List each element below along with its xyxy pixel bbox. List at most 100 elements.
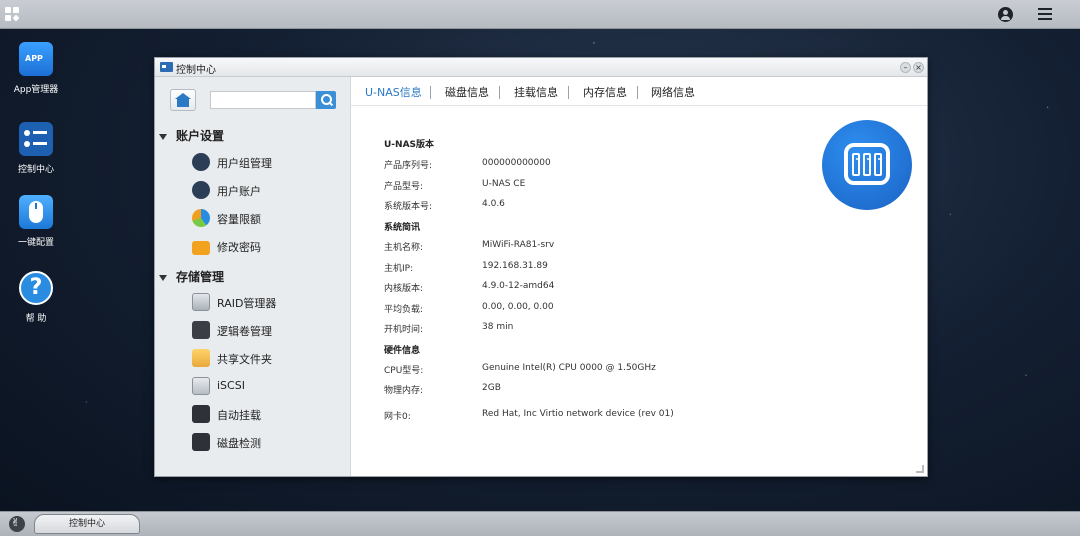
sidebar: 账户设置 用户组管理 用户账户 容量限额 修改密码 存储管理 RAID管理器 逻… [155,77,351,476]
tab-separator [499,86,500,99]
serial-value: 000000000000 [482,158,551,168]
search-icon[interactable] [316,91,336,109]
sidebar-item-user-group[interactable]: 用户组管理 [192,151,342,173]
desktop-icon-one-click-config[interactable]: 一键配置 [0,195,72,248]
host-ip-label: 主机IP: [384,264,414,274]
tab-separator [637,86,638,99]
user-group-icon [192,153,210,171]
auto-mount-icon [192,405,210,423]
tab-mount-info[interactable]: 挂载信息 [514,84,558,100]
raid-icon [192,293,210,311]
grid-icon[interactable] [5,7,20,22]
mouse-icon [19,195,53,229]
load-label: 平均负载: [384,305,424,315]
tab-separator [568,86,569,99]
resize-grip-icon[interactable] [916,465,924,473]
minimize-button[interactable]: – [900,62,911,73]
lock-icon [192,241,210,255]
sidebar-item-label: 容量限额 [217,213,261,226]
model-value: U-NAS CE [482,179,526,189]
group-account-settings[interactable]: 账户设置 [159,127,224,144]
section-system-heading: 系统简讯 [384,223,421,233]
close-button[interactable]: × [913,62,924,73]
sidebar-item-label: 修改密码 [217,241,261,254]
app-badge-text: APP [25,54,43,63]
tab-separator [430,86,431,99]
sidebar-item-label: 用户账户 [217,185,261,198]
caret-down-icon [159,133,167,140]
sidebar-item-change-password[interactable]: 修改密码 [192,235,342,257]
control-center-icon [160,62,173,72]
disk-check-icon [192,433,210,451]
volume-icon [192,321,210,339]
group-label: 账户设置 [176,129,225,143]
desktop-icon-label: 帮 助 [25,314,47,324]
top-bar [0,0,1080,29]
desktop-icon-label: 一键配置 [17,238,54,248]
sidebar-item-label: iSCSI [217,379,245,392]
home-button[interactable] [170,89,196,111]
control-center-icon [19,122,53,156]
desktop-icon-app-manager[interactable]: APP App管理器 [0,42,72,95]
help-glyph: ? [29,275,43,300]
cpu-value: Genuine Intel(R) CPU 0000 @ 1.50GHz [482,363,656,373]
kernel-value: 4.9.0-12-amd64 [482,281,555,291]
desktop-icon-control-center[interactable]: 控制中心 [0,122,72,175]
help-icon: ? [19,271,53,305]
sidebar-item-label: 磁盘检测 [217,437,261,450]
sidebar-item-volume[interactable]: 逻辑卷管理 [192,319,342,341]
tab-disk-info[interactable]: 磁盘信息 [445,84,489,100]
taskbar: 控制中心 [0,511,1080,536]
window-title: 控制中心 [176,65,216,76]
home-icon [175,93,191,107]
u-nas-logo-icon [822,120,912,210]
tab-bar: U-NAS信息 磁盘信息 挂载信息 内存信息 网络信息 [351,77,927,106]
sidebar-item-label: 逻辑卷管理 [217,325,272,338]
hostname-label: 主机名称: [384,243,424,253]
taskbar-item-control-center[interactable]: 控制中心 [34,514,140,534]
nic-label: 网卡0: [384,412,411,422]
iscsi-icon [192,377,210,395]
control-center-window: 控制中心 – × 账户设置 用户组管理 用户账户 容量限额 修改密码 存储管理 … [154,57,928,477]
shared-folder-icon [192,349,210,367]
uptime-label: 开机时间: [384,325,424,335]
window-titlebar[interactable]: 控制中心 – × [155,58,927,77]
sidebar-item-iscsi[interactable]: iSCSI [192,375,342,397]
caret-down-icon [159,274,167,281]
cpu-label: CPU型号: [384,366,424,376]
sidebar-item-shared-folder[interactable]: 共享文件夹 [192,347,342,369]
content-panel: U-NAS信息 磁盘信息 挂载信息 内存信息 网络信息 U-NAS版本 产品序列… [351,77,927,476]
sidebar-item-disk-check[interactable]: 磁盘检测 [192,431,342,453]
tab-network-info[interactable]: 网络信息 [651,84,695,100]
uptime-value: 38 min [482,322,514,332]
desktop-icon-label: 控制中心 [17,165,54,175]
tab-u-nas-info[interactable]: U-NAS信息 [365,84,422,100]
list-icon[interactable] [1038,8,1052,20]
sidebar-item-label: RAID管理器 [217,297,277,310]
sidebar-item-user-account[interactable]: 用户账户 [192,179,342,201]
group-label: 存储管理 [176,270,225,284]
desktop-icon-help[interactable]: ? 帮 助 [0,271,72,324]
system-version-value: 4.0.6 [482,199,505,209]
sidebar-item-raid[interactable]: RAID管理器 [192,291,342,313]
system-version-label: 系统版本号: [384,202,433,212]
tab-memory-info[interactable]: 内存信息 [583,84,627,100]
memory-label: 物理内存: [384,386,424,396]
section-hardware-heading: 硬件信息 [384,346,421,356]
group-storage-management[interactable]: 存储管理 [159,268,224,285]
sidebar-item-quota[interactable]: 容量限额 [192,207,342,229]
start-icon[interactable] [9,516,25,532]
serial-label: 产品序列号: [384,161,433,171]
memory-value: 2GB [482,383,501,393]
search-input[interactable] [210,91,316,109]
kernel-label: 内核版本: [384,284,424,294]
user-icon[interactable] [998,7,1013,22]
host-ip-value: 192.168.31.89 [482,261,548,271]
model-label: 产品型号: [384,182,424,192]
sidebar-item-auto-mount[interactable]: 自动挂载 [192,403,342,425]
sidebar-item-label: 共享文件夹 [217,353,272,366]
sidebar-item-label: 用户组管理 [217,157,272,170]
sidebar-item-label: 自动挂载 [217,409,261,422]
hostname-value: MiWiFi-RA81-srv [482,240,555,250]
nic-value: Red Hat, Inc Virtio network device (rev … [482,409,674,419]
